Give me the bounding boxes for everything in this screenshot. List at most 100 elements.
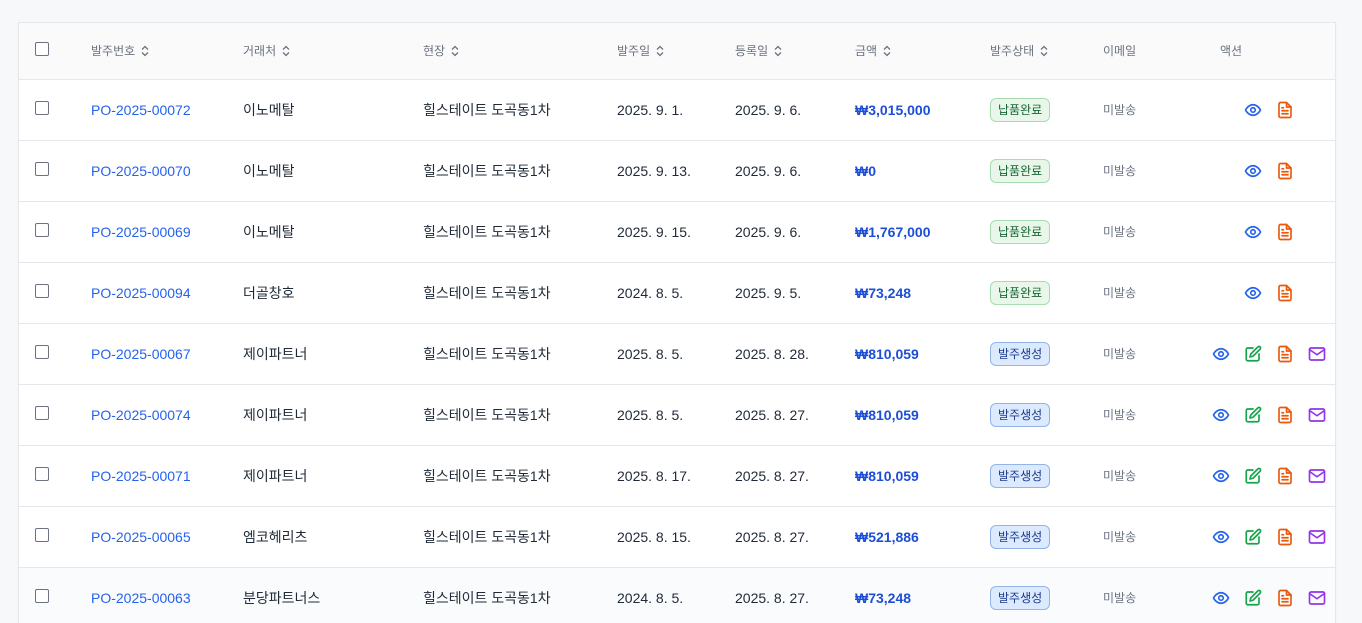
po-number-link[interactable]: PO-2025-00067	[91, 346, 191, 362]
order-date: 2024. 8. 5.	[617, 284, 684, 301]
sort-icon[interactable]	[883, 45, 891, 57]
row-checkbox[interactable]	[35, 528, 49, 542]
table-row[interactable]: PO-2025-00069 이노메탈 힐스테이트 도곡동1차 2025. 9. …	[19, 201, 1335, 262]
sort-icon[interactable]	[774, 45, 782, 57]
view-icon[interactable]	[1212, 467, 1230, 485]
order-date: 2024. 8. 5.	[617, 589, 684, 606]
view-icon[interactable]	[1212, 589, 1230, 607]
edit-icon[interactable]	[1244, 406, 1262, 424]
sort-icon[interactable]	[451, 45, 459, 57]
col-amount[interactable]: 금액	[855, 23, 990, 80]
po-number-link[interactable]: PO-2025-00072	[91, 102, 191, 118]
po-number-link[interactable]: PO-2025-00071	[91, 468, 191, 484]
col-status[interactable]: 발주상태	[990, 23, 1103, 80]
table-row[interactable]: PO-2025-00072 이노메탈 힐스테이트 도곡동1차 2025. 9. …	[19, 79, 1335, 140]
table-row[interactable]: PO-2025-00063 분당파트너스 힐스테이트 도곡동1차 2024. 8…	[19, 567, 1335, 623]
col-vendor[interactable]: 거래처	[243, 23, 423, 80]
status-badge: 납품완료	[990, 219, 1051, 244]
po-number-link[interactable]: PO-2025-00094	[91, 285, 191, 301]
site-name: 힐스테이트 도곡동1차	[423, 345, 551, 362]
email-status: 미발송	[1103, 347, 1137, 361]
file-pdf-icon[interactable]	[1276, 345, 1294, 363]
view-icon[interactable]	[1244, 162, 1262, 180]
sort-icon[interactable]	[282, 45, 290, 57]
row-checkbox[interactable]	[35, 284, 49, 298]
vendor-name: 더골창호	[243, 284, 295, 301]
file-pdf-icon[interactable]	[1276, 589, 1294, 607]
file-pdf-icon[interactable]	[1276, 101, 1294, 119]
file-pdf-icon[interactable]	[1276, 162, 1294, 180]
vendor-name: 제이파트너	[243, 467, 308, 484]
mail-icon[interactable]	[1308, 589, 1326, 607]
file-pdf-icon[interactable]	[1276, 528, 1294, 546]
table-row[interactable]: PO-2025-00071 제이파트너 힐스테이트 도곡동1차 2025. 8.…	[19, 445, 1335, 506]
table-row[interactable]: PO-2025-00067 제이파트너 힐스테이트 도곡동1차 2025. 8.…	[19, 323, 1335, 384]
table-row[interactable]: PO-2025-00070 이노메탈 힐스테이트 도곡동1차 2025. 9. …	[19, 140, 1335, 201]
po-number-link[interactable]: PO-2025-00069	[91, 224, 191, 240]
po-number-link[interactable]: PO-2025-00065	[91, 529, 191, 545]
registration-date: 2025. 9. 6.	[735, 101, 802, 118]
vendor-name: 이노메탈	[243, 162, 295, 179]
table-row[interactable]: PO-2025-00094 더골창호 힐스테이트 도곡동1차 2024. 8. …	[19, 262, 1335, 323]
row-checkbox[interactable]	[35, 467, 49, 481]
sort-icon[interactable]	[656, 45, 664, 57]
view-icon[interactable]	[1244, 284, 1262, 302]
email-status: 미발송	[1103, 591, 1137, 605]
registration-date: 2025. 9. 5.	[735, 284, 802, 301]
site-name: 힐스테이트 도곡동1차	[423, 223, 551, 240]
mail-icon[interactable]	[1308, 345, 1326, 363]
email-status: 미발송	[1103, 164, 1137, 178]
email-status: 미발송	[1103, 286, 1137, 300]
col-site[interactable]: 현장	[423, 23, 617, 80]
vendor-name: 이노메탈	[243, 223, 295, 240]
status-badge: 납품완료	[990, 280, 1051, 305]
po-number-link[interactable]: PO-2025-00070	[91, 163, 191, 179]
row-checkbox[interactable]	[35, 162, 49, 176]
row-checkbox[interactable]	[35, 101, 49, 115]
table-row[interactable]: PO-2025-00074 제이파트너 힐스테이트 도곡동1차 2025. 8.…	[19, 384, 1335, 445]
sort-icon[interactable]	[1040, 45, 1048, 57]
status-badge: 발주생성	[990, 341, 1051, 366]
mail-icon[interactable]	[1308, 467, 1326, 485]
col-po-number[interactable]: 발주번호	[91, 23, 243, 80]
purchase-order-table: 발주번호 거래처 현장 발주일 등록일 금액 발주상태 이메일 액션 PO-20…	[19, 23, 1335, 623]
file-pdf-icon[interactable]	[1276, 406, 1294, 424]
table-row[interactable]: PO-2025-00065 엠코헤리츠 힐스테이트 도곡동1차 2025. 8.…	[19, 506, 1335, 567]
row-checkbox[interactable]	[35, 345, 49, 359]
sort-icon[interactable]	[141, 45, 149, 57]
po-number-link[interactable]: PO-2025-00074	[91, 407, 191, 423]
edit-icon[interactable]	[1244, 528, 1262, 546]
site-name: 힐스테이트 도곡동1차	[423, 406, 551, 423]
amount-value: ₩521,886	[855, 528, 919, 545]
view-icon[interactable]	[1212, 528, 1230, 546]
email-status: 미발송	[1103, 103, 1137, 117]
file-pdf-icon[interactable]	[1276, 467, 1294, 485]
amount-value: ₩73,248	[855, 284, 912, 301]
view-icon[interactable]	[1212, 345, 1230, 363]
select-all-checkbox[interactable]	[35, 42, 49, 57]
mail-icon[interactable]	[1308, 406, 1326, 424]
col-order-date[interactable]: 발주일	[617, 23, 735, 80]
file-pdf-icon[interactable]	[1276, 284, 1294, 302]
order-date: 2025. 9. 1.	[617, 101, 684, 118]
row-checkbox[interactable]	[35, 223, 49, 237]
mail-icon[interactable]	[1308, 528, 1326, 546]
order-date: 2025. 9. 13.	[617, 162, 691, 179]
amount-value: ₩810,059	[855, 345, 919, 362]
edit-icon[interactable]	[1244, 345, 1262, 363]
edit-icon[interactable]	[1244, 467, 1262, 485]
po-number-link[interactable]: PO-2025-00063	[91, 590, 191, 606]
site-name: 힐스테이트 도곡동1차	[423, 101, 551, 118]
registration-date: 2025. 8. 27.	[735, 528, 809, 545]
file-pdf-icon[interactable]	[1276, 223, 1294, 241]
edit-icon[interactable]	[1244, 589, 1262, 607]
site-name: 힐스테이트 도곡동1차	[423, 162, 551, 179]
view-icon[interactable]	[1244, 223, 1262, 241]
view-icon[interactable]	[1212, 406, 1230, 424]
view-icon[interactable]	[1244, 101, 1262, 119]
row-checkbox[interactable]	[35, 406, 49, 420]
site-name: 힐스테이트 도곡동1차	[423, 589, 551, 606]
col-reg-date[interactable]: 등록일	[735, 23, 855, 80]
status-badge: 발주생성	[990, 524, 1051, 549]
registration-date: 2025. 9. 6.	[735, 223, 802, 240]
